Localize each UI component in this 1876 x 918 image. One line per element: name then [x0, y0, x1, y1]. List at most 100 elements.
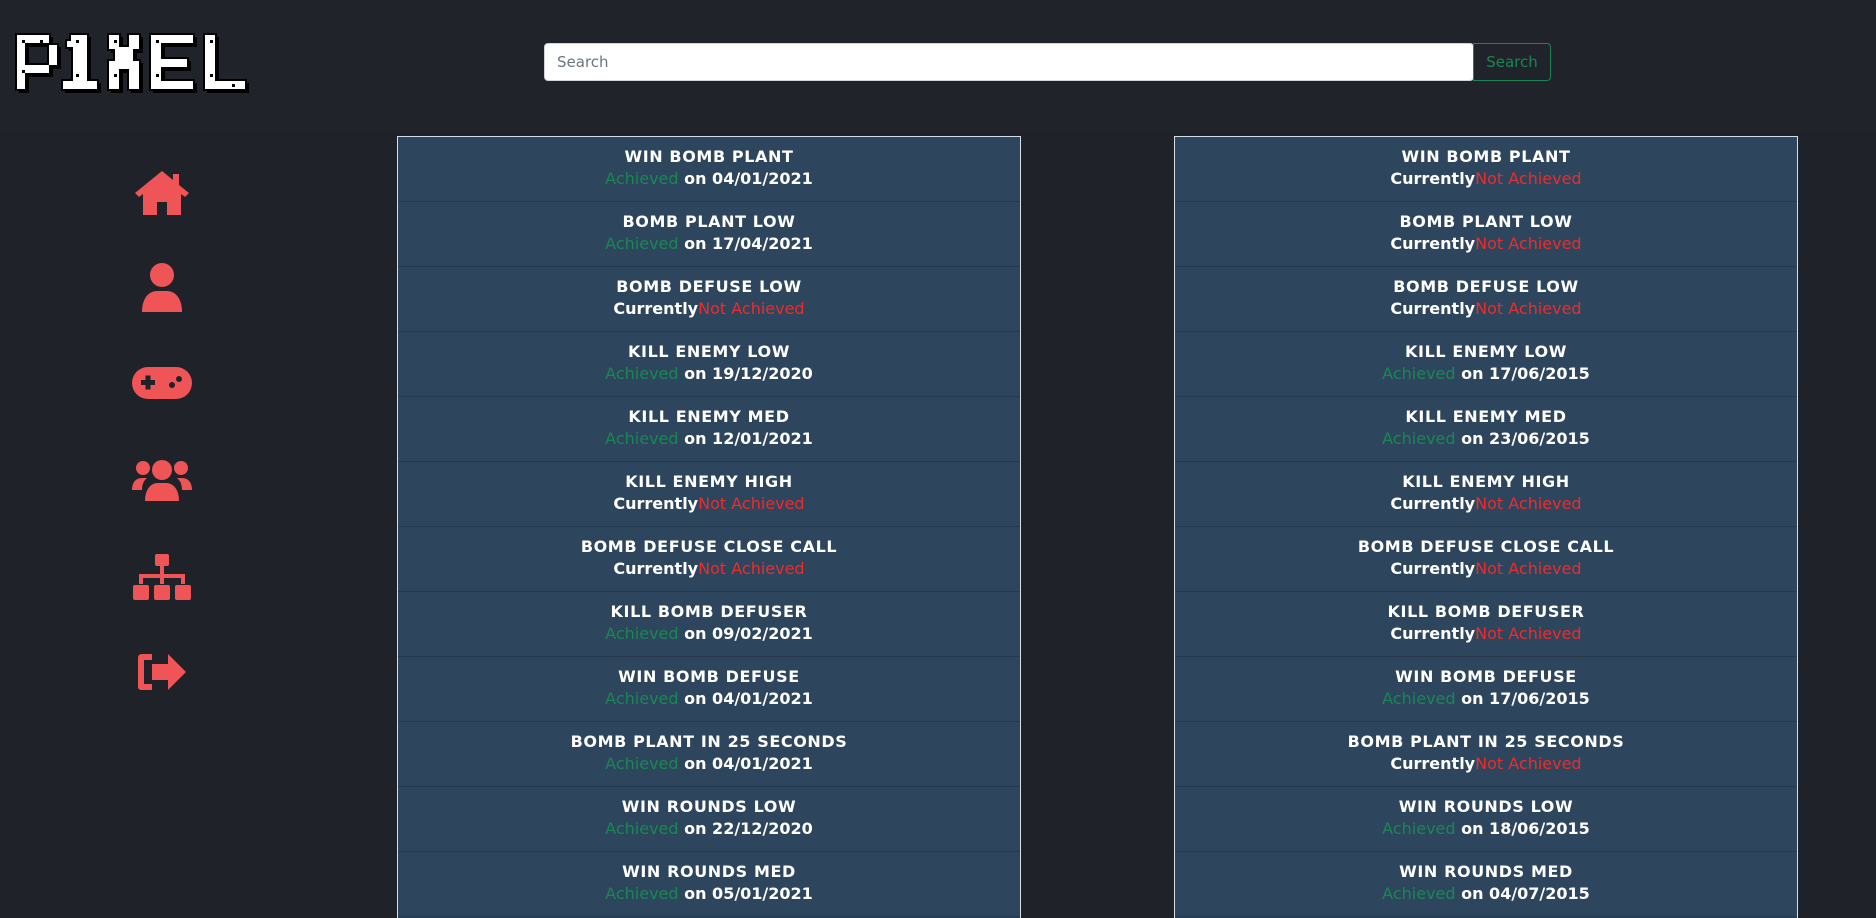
- achievement-status: Achieved on 12/01/2021: [398, 427, 1020, 451]
- logo[interactable]: [14, 30, 260, 94]
- status-text: Currently: [1390, 624, 1476, 643]
- sitemap-icon: [133, 554, 191, 600]
- achieved-label: Achieved: [1382, 819, 1456, 838]
- achievement-row: KILL ENEMY HIGH CurrentlyNot Achieved: [398, 462, 1020, 527]
- status-text: on 23/06/2015: [1455, 429, 1590, 448]
- achievement-title: KILL ENEMY MED: [628, 407, 790, 426]
- achievement-title: KILL ENEMY HIGH: [1402, 472, 1570, 491]
- status-text: on 22/12/2020: [678, 819, 813, 838]
- status-text: Currently: [1390, 494, 1476, 513]
- achievement-row: KILL ENEMY LOW Achieved on 17/06/2015: [1175, 332, 1797, 397]
- achievement-row: WIN ROUNDS LOW Achieved on 22/12/2020: [398, 787, 1020, 852]
- achievement-row: WIN BOMB PLANT Achieved on 04/01/2021: [398, 137, 1020, 202]
- achievement-status: CurrentlyNot Achieved: [1175, 622, 1797, 646]
- status-text: on 04/01/2021: [678, 689, 813, 708]
- achievement-status: Achieved on 17/04/2021: [398, 232, 1020, 256]
- achievement-title: KILL ENEMY MED: [1405, 407, 1567, 426]
- achievement-title: KILL BOMB DEFUSER: [610, 602, 808, 621]
- status-text: on 17/06/2015: [1455, 689, 1590, 708]
- status-text: on 17/04/2021: [678, 234, 813, 253]
- achieved-label: Achieved: [605, 429, 679, 448]
- not-achieved-label: Not Achieved: [1475, 754, 1582, 773]
- achievement-title: BOMB PLANT IN 25 SECONDS: [570, 732, 848, 751]
- achievement-status: CurrentlyNot Achieved: [398, 492, 1020, 516]
- achievement-status: Achieved on 18/06/2015: [1175, 817, 1797, 841]
- status-text: Currently: [1390, 754, 1476, 773]
- achievement-status: CurrentlyNot Achieved: [1175, 752, 1797, 776]
- top-bar: Search: [0, 0, 1876, 132]
- achievement-status: Achieved on 04/01/2021: [398, 752, 1020, 776]
- not-achieved-label: Not Achieved: [1475, 494, 1582, 513]
- achievement-status: Achieved on 04/07/2015: [1175, 882, 1797, 906]
- achievement-title: KILL ENEMY LOW: [1405, 342, 1567, 361]
- achievement-row: BOMB DEFUSE CLOSE CALL CurrentlyNot Achie…: [398, 527, 1020, 592]
- achieved-label: Achieved: [605, 624, 679, 643]
- status-text: Currently: [613, 299, 699, 318]
- logout-icon: [138, 654, 186, 690]
- achievement-list-right: WIN BOMB PLANT CurrentlyNot Achieved BOMB …: [1174, 136, 1798, 918]
- achievement-list-left: WIN BOMB PLANT Achieved on 04/01/2021 BOMB…: [397, 136, 1021, 918]
- sidebar-item-home[interactable]: [128, 164, 196, 222]
- achievement-row: BOMB DEFUSE LOW CurrentlyNot Achieved: [398, 267, 1020, 332]
- sidebar-item-network[interactable]: [128, 548, 196, 606]
- search-button[interactable]: Search: [1473, 43, 1551, 81]
- achieved-label: Achieved: [605, 234, 679, 253]
- achievement-title: BOMB PLANT LOW: [622, 212, 796, 231]
- achievement-title: WIN ROUNDS MED: [1399, 862, 1573, 881]
- search-input[interactable]: [544, 43, 1474, 81]
- achievement-status: CurrentlyNot Achieved: [1175, 232, 1797, 256]
- achievement-row: BOMB PLANT LOW Achieved on 17/04/2021: [398, 202, 1020, 267]
- achievement-row: BOMB PLANT IN 25 SECONDS CurrentlyNot Ach…: [1175, 722, 1797, 787]
- achieved-label: Achieved: [605, 689, 679, 708]
- gamepad-icon: [132, 367, 192, 399]
- achievement-status: Achieved on 17/06/2015: [1175, 687, 1797, 711]
- achievement-title: BOMB DEFUSE LOW: [1393, 277, 1579, 296]
- status-text: on 04/07/2015: [1455, 884, 1590, 903]
- users-icon: [132, 460, 192, 501]
- achievement-row: BOMB PLANT IN 25 SECONDS Achieved on 04/0…: [398, 722, 1020, 787]
- sidebar-item-profile[interactable]: [128, 259, 196, 317]
- achievement-title: BOMB PLANT IN 25 SECONDS: [1347, 732, 1625, 751]
- achievement-status: Achieved on 17/06/2015: [1175, 362, 1797, 386]
- achievement-row: KILL ENEMY LOW Achieved on 19/12/2020: [398, 332, 1020, 397]
- sidebar-item-logout[interactable]: [128, 643, 196, 701]
- achievement-row: KILL ENEMY MED Achieved on 23/06/2015: [1175, 397, 1797, 462]
- not-achieved-label: Not Achieved: [698, 299, 805, 318]
- sidebar-item-friends[interactable]: [128, 451, 196, 509]
- status-text: Currently: [1390, 234, 1476, 253]
- status-text: on 17/06/2015: [1455, 364, 1590, 383]
- achieved-label: Achieved: [1382, 429, 1456, 448]
- achievement-row: KILL ENEMY HIGH CurrentlyNot Achieved: [1175, 462, 1797, 527]
- achievement-row: WIN BOMB DEFUSE Achieved on 17/06/2015: [1175, 657, 1797, 722]
- status-text: Currently: [1390, 169, 1476, 188]
- home-icon: [135, 171, 189, 215]
- user-icon: [142, 263, 182, 312]
- achievement-status: Achieved on 04/01/2021: [398, 687, 1020, 711]
- status-text: on 04/01/2021: [678, 754, 813, 773]
- achieved-label: Achieved: [1382, 884, 1456, 903]
- achievement-row: WIN ROUNDS MED Achieved on 04/07/2015: [1175, 852, 1797, 917]
- sidebar-item-games[interactable]: [128, 354, 196, 412]
- achievement-title: KILL ENEMY LOW: [628, 342, 790, 361]
- achievement-row: BOMB DEFUSE CLOSE CALL CurrentlyNot Achie…: [1175, 527, 1797, 592]
- achievement-title: WIN ROUNDS LOW: [1398, 797, 1574, 816]
- achievement-status: Achieved on 09/02/2021: [398, 622, 1020, 646]
- achievement-title: BOMB DEFUSE LOW: [616, 277, 802, 296]
- achievement-status: CurrentlyNot Achieved: [398, 557, 1020, 581]
- achievement-status: Achieved on 04/01/2021: [398, 167, 1020, 191]
- status-text: on 04/01/2021: [678, 169, 813, 188]
- achieved-label: Achieved: [605, 819, 679, 838]
- achievement-status: Achieved on 19/12/2020: [398, 362, 1020, 386]
- not-achieved-label: Not Achieved: [1475, 299, 1582, 318]
- achievement-title: WIN ROUNDS LOW: [621, 797, 797, 816]
- achievement-title: WIN BOMB PLANT: [1401, 147, 1571, 166]
- achievement-status: CurrentlyNot Achieved: [398, 297, 1020, 321]
- achievement-title: BOMB DEFUSE CLOSE CALL: [580, 537, 838, 556]
- achieved-label: Achieved: [1382, 364, 1456, 383]
- achievement-title: WIN BOMB DEFUSE: [618, 667, 800, 686]
- achieved-label: Achieved: [1382, 689, 1456, 708]
- achieved-label: Achieved: [605, 364, 679, 383]
- not-achieved-label: Not Achieved: [1475, 169, 1582, 188]
- not-achieved-label: Not Achieved: [1475, 624, 1582, 643]
- achievement-status: CurrentlyNot Achieved: [1175, 297, 1797, 321]
